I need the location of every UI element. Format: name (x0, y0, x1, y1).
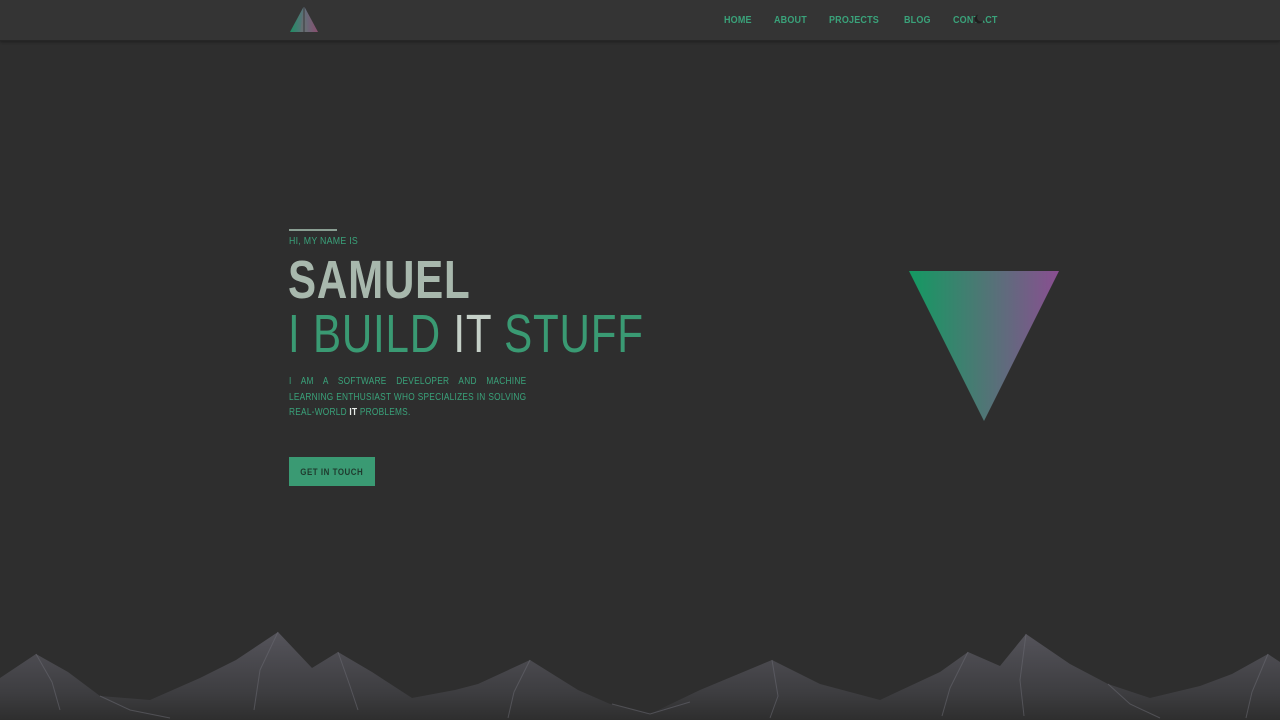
intro-text: HI, MY NAME IS (289, 236, 359, 247)
page: HOME ABOUT PROJECTS BLOG CONTACT HI, MY … (0, 0, 1280, 720)
get-in-touch-button[interactable]: GET IN TOUCH (289, 457, 375, 486)
gradient-triangle-graphic (909, 271, 1059, 421)
nav-home-link[interactable]: HOME (724, 15, 752, 26)
nav-blog-link[interactable]: BLOG (904, 15, 931, 26)
tagline-part1: I BUILD (288, 304, 454, 364)
hero-name: SAMUEL (288, 250, 471, 310)
hero-description: I am a software developer and machine le… (289, 374, 526, 421)
navbar: HOME ABOUT PROJECTS BLOG CONTACT (0, 0, 1280, 41)
tagline-part2: STUFF (491, 304, 644, 364)
nav-projects-link[interactable]: PROJECTS (829, 15, 879, 26)
tagline-highlight: IT (453, 304, 492, 364)
triangle-logo-icon[interactable] (289, 5, 319, 33)
get-in-touch-label: GET IN TOUCH (300, 466, 364, 477)
mountains-graphic (0, 631, 1280, 720)
intro-divider (289, 229, 337, 231)
hero-tagline: I BUILD IT STUFF (288, 305, 644, 363)
moon-icon[interactable] (973, 13, 985, 25)
description-part2: problems. (357, 407, 411, 418)
nav-about-link[interactable]: ABOUT (774, 15, 807, 26)
